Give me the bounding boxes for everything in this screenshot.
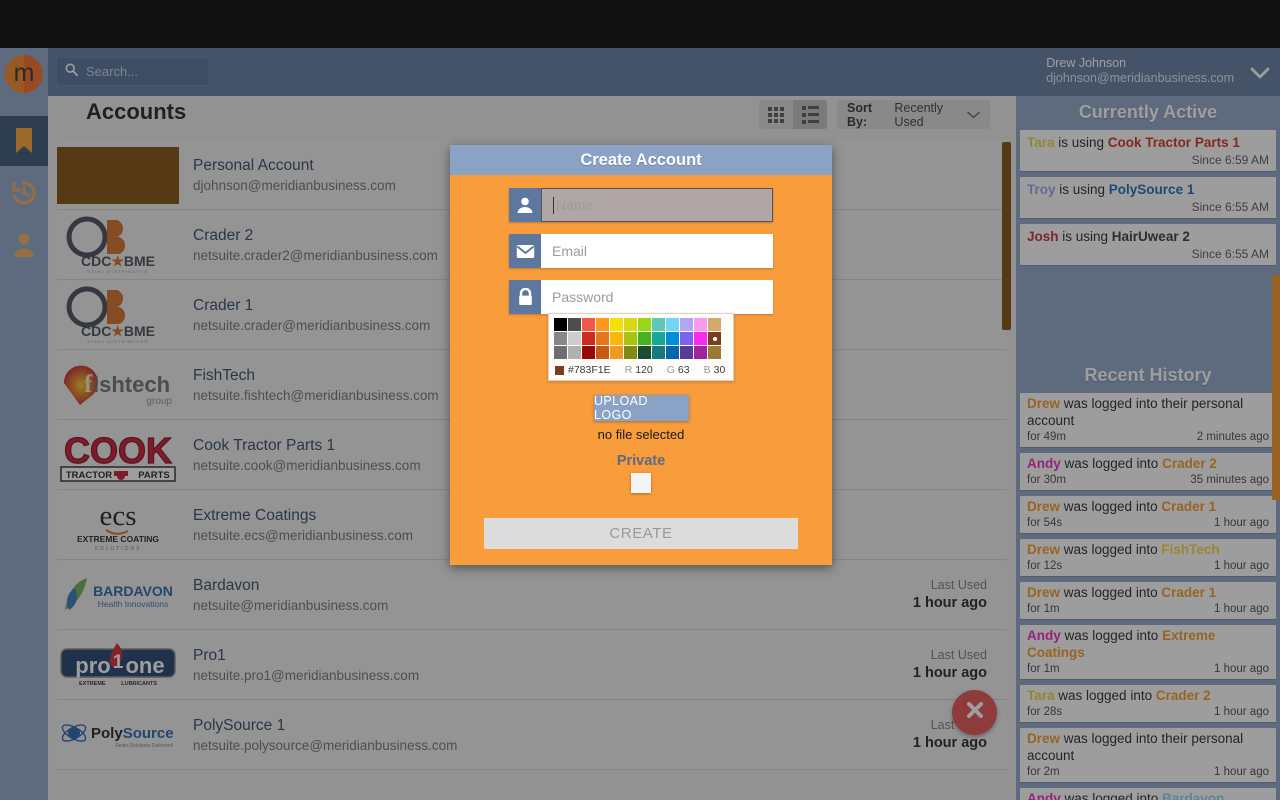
- color-readout: #783F1E R 120 G 63 B 30: [554, 360, 728, 378]
- color-swatch[interactable]: [708, 332, 721, 345]
- color-swatch[interactable]: [638, 318, 651, 331]
- color-swatch[interactable]: [568, 332, 581, 345]
- color-swatch[interactable]: [624, 346, 637, 359]
- color-swatch[interactable]: [708, 346, 721, 359]
- app-root: m Search... Drew Johnson djohnson@meridi…: [0, 0, 1280, 800]
- color-swatch[interactable]: [624, 318, 637, 331]
- color-swatch[interactable]: [582, 318, 595, 331]
- lock-icon: [509, 280, 541, 314]
- color-swatch[interactable]: [652, 332, 665, 345]
- color-r-label: R: [624, 364, 633, 376]
- color-swatch[interactable]: [638, 332, 651, 345]
- color-swatch[interactable]: [610, 346, 623, 359]
- color-swatch[interactable]: [610, 318, 623, 331]
- color-swatch-rows[interactable]: [554, 318, 728, 360]
- color-swatch[interactable]: [568, 346, 581, 359]
- password-field[interactable]: Password: [509, 280, 773, 314]
- color-g-value: 63: [677, 364, 690, 376]
- upload-logo-button[interactable]: UPLOAD LOGO: [594, 394, 689, 422]
- color-b-value: 30: [713, 364, 726, 376]
- color-swatch[interactable]: [680, 332, 693, 345]
- private-label: Private: [616, 453, 666, 469]
- color-swatch[interactable]: [652, 318, 665, 331]
- email-field[interactable]: Email: [509, 234, 773, 268]
- color-hex-value: #783F1E: [568, 364, 611, 376]
- color-swatch[interactable]: [680, 318, 693, 331]
- color-b-label: B: [703, 364, 711, 376]
- color-swatch[interactable]: [582, 346, 595, 359]
- color-swatch[interactable]: [666, 318, 679, 331]
- color-swatch[interactable]: [694, 332, 707, 345]
- color-swatch[interactable]: [708, 318, 721, 331]
- color-swatch[interactable]: [554, 346, 567, 359]
- color-swatch[interactable]: [582, 332, 595, 345]
- email-placeholder: Email: [552, 243, 588, 259]
- color-swatch[interactable]: [624, 332, 637, 345]
- color-swatch-row: [554, 346, 728, 360]
- color-swatch[interactable]: [554, 318, 567, 331]
- dialog-title: Create Account: [450, 145, 832, 175]
- no-file-selected-text: no file selected: [597, 427, 685, 442]
- create-account-dialog: Create Account Name Email Password #783F…: [450, 145, 832, 565]
- color-swatch[interactable]: [554, 332, 567, 345]
- text-caret: [553, 196, 554, 214]
- password-input[interactable]: Password: [541, 280, 773, 314]
- color-palette[interactable]: #783F1E R 120 G 63 B 30: [548, 313, 734, 381]
- color-swatch[interactable]: [596, 346, 609, 359]
- private-checkbox[interactable]: [631, 473, 651, 493]
- color-swatch[interactable]: [666, 332, 679, 345]
- color-swatch-row: [554, 332, 728, 346]
- color-r-value: 120: [635, 364, 653, 376]
- person-icon: [509, 188, 541, 222]
- create-button[interactable]: CREATE: [484, 518, 798, 549]
- color-swatch-row: [554, 318, 728, 332]
- name-input[interactable]: Name: [541, 188, 773, 222]
- color-swatch[interactable]: [596, 332, 609, 345]
- color-g-label: G: [666, 364, 675, 376]
- color-swatch[interactable]: [680, 346, 693, 359]
- color-swatch[interactable]: [666, 346, 679, 359]
- color-swatch[interactable]: [694, 346, 707, 359]
- color-swatch[interactable]: [610, 332, 623, 345]
- color-swatch[interactable]: [694, 318, 707, 331]
- email-input[interactable]: Email: [541, 234, 773, 268]
- color-swatch[interactable]: [596, 318, 609, 331]
- color-swatch[interactable]: [638, 346, 651, 359]
- color-swatch[interactable]: [568, 318, 581, 331]
- color-swatch[interactable]: [652, 346, 665, 359]
- password-placeholder: Password: [552, 289, 614, 305]
- envelope-icon: [509, 234, 541, 268]
- name-field[interactable]: Name: [509, 188, 773, 222]
- name-placeholder: Name: [556, 197, 594, 213]
- selected-color-chip: [555, 365, 564, 375]
